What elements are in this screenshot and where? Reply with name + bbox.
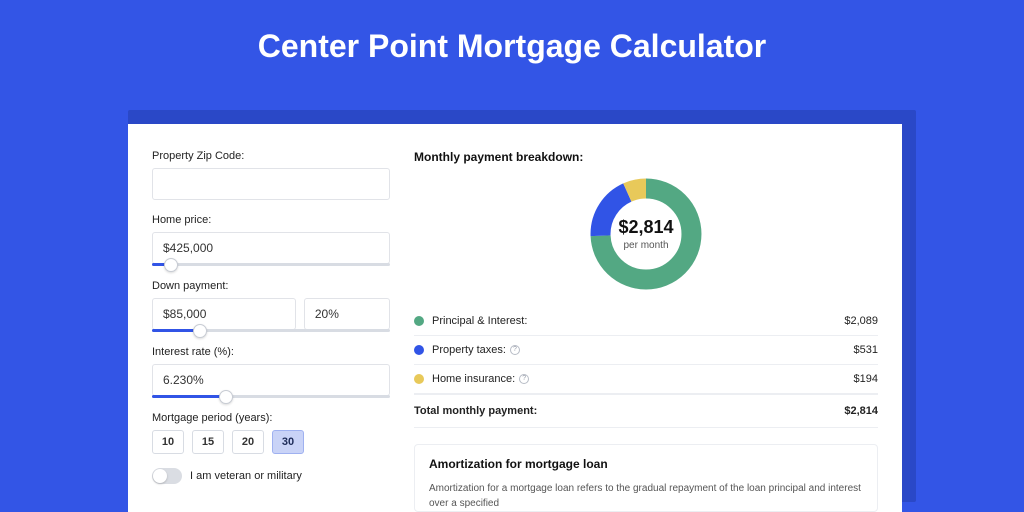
donut-center: $2,814 per month [586, 174, 706, 294]
breakdown-column: Monthly payment breakdown: $2,814 per mo… [414, 150, 878, 512]
period-option-20[interactable]: 20 [232, 430, 264, 454]
veteran-row: I am veteran or military [152, 468, 390, 484]
toggle-knob [153, 469, 167, 483]
legend-row: Principal & Interest: $2,089 [414, 307, 878, 336]
interest-input[interactable] [152, 364, 390, 396]
amortization-title: Amortization for mortgage loan [429, 457, 863, 471]
down-payment-label: Down payment: [152, 280, 390, 292]
legend-label: Property taxes:? [432, 344, 846, 356]
page-title: Center Point Mortgage Calculator [0, 0, 1024, 85]
legend-value: $2,089 [844, 315, 878, 327]
info-icon[interactable]: ? [510, 345, 520, 355]
legend-total-row: Total monthly payment: $2,814 [414, 394, 878, 428]
legend-label: Home insurance:? [432, 373, 846, 385]
legend-dot [414, 345, 424, 355]
form-column: Property Zip Code: Home price: Down paym… [152, 150, 390, 512]
legend: Principal & Interest: $2,089 Property taxe… [414, 307, 878, 428]
calculator-card: Property Zip Code: Home price: Down paym… [128, 124, 902, 512]
legend-dot [414, 316, 424, 326]
amortization-box: Amortization for mortgage loan Amortizat… [414, 444, 878, 512]
donut-wrap: $2,814 per month [414, 168, 878, 299]
breakdown-title: Monthly payment breakdown: [414, 150, 878, 164]
home-price-input[interactable] [152, 232, 390, 264]
legend-label: Principal & Interest: [432, 315, 836, 327]
legend-row: Property taxes:? $531 [414, 336, 878, 365]
down-payment-slider[interactable] [152, 329, 390, 332]
period-option-30[interactable]: 30 [272, 430, 304, 454]
amortization-text: Amortization for a mortgage loan refers … [429, 481, 863, 511]
interest-field: Interest rate (%): [152, 346, 390, 398]
legend-total-value: $2,814 [844, 405, 878, 417]
info-icon[interactable]: ? [519, 374, 529, 384]
zip-label: Property Zip Code: [152, 150, 390, 162]
down-payment-input[interactable] [152, 298, 296, 330]
legend-value: $194 [854, 373, 878, 385]
legend-row: Home insurance:? $194 [414, 365, 878, 394]
donut-sub: per month [623, 240, 668, 251]
veteran-label: I am veteran or military [190, 470, 302, 482]
home-price-field: Home price: [152, 214, 390, 266]
zip-input[interactable] [152, 168, 390, 200]
period-label: Mortgage period (years): [152, 412, 390, 424]
veteran-toggle[interactable] [152, 468, 182, 484]
slider-thumb[interactable] [164, 258, 178, 272]
home-price-slider[interactable] [152, 263, 390, 266]
period-option-10[interactable]: 10 [152, 430, 184, 454]
legend-total-label: Total monthly payment: [414, 405, 836, 417]
slider-thumb[interactable] [219, 390, 233, 404]
period-field: Mortgage period (years): 10 15 20 30 [152, 412, 390, 454]
legend-value: $531 [854, 344, 878, 356]
period-option-15[interactable]: 15 [192, 430, 224, 454]
slider-thumb[interactable] [193, 324, 207, 338]
donut-chart: $2,814 per month [586, 174, 706, 294]
legend-dot [414, 374, 424, 384]
interest-label: Interest rate (%): [152, 346, 390, 358]
donut-value: $2,814 [618, 217, 673, 238]
home-price-label: Home price: [152, 214, 390, 226]
interest-slider[interactable] [152, 395, 390, 398]
down-payment-field: Down payment: [152, 280, 390, 332]
zip-field: Property Zip Code: [152, 150, 390, 200]
down-payment-pct-input[interactable] [304, 298, 390, 330]
